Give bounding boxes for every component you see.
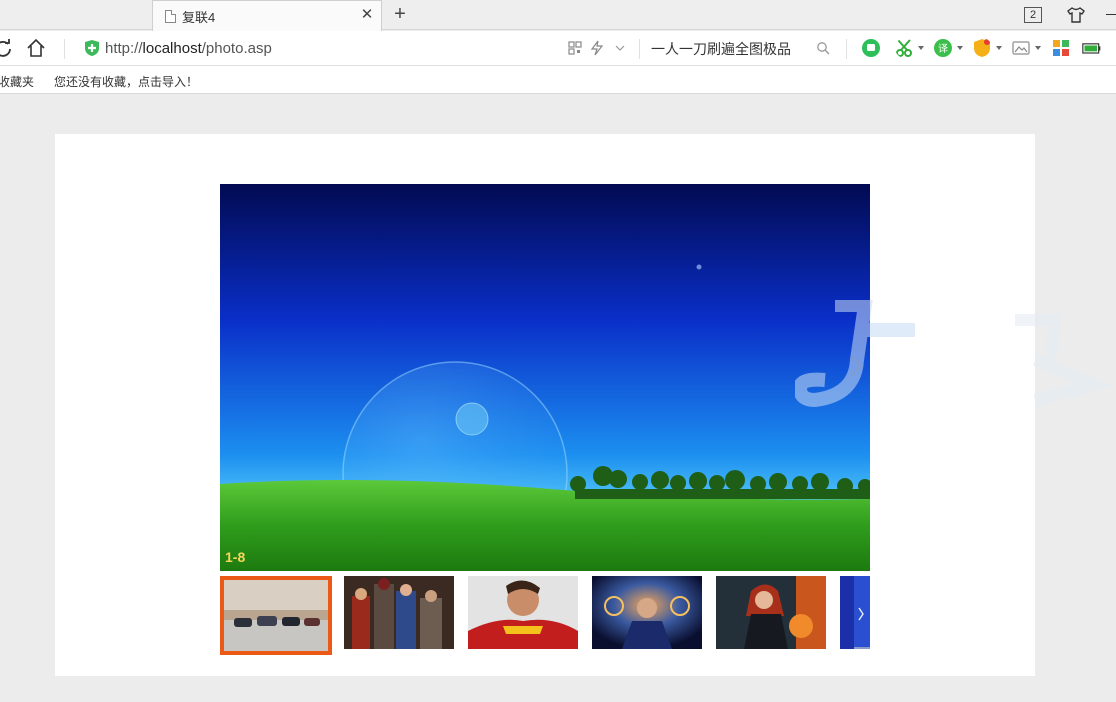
chevron-down-icon[interactable] [918,46,924,50]
toolbar-separator [846,39,847,59]
photo-slider: 1-8 [220,184,870,571]
toolbar-separator [639,39,640,59]
chevron-down-icon[interactable] [1035,46,1041,50]
security-shield-icon [85,40,99,56]
browser-tab[interactable]: 复联4 ✕ [152,0,382,31]
reload-icon[interactable] [0,39,12,57]
chat-extension-icon[interactable] [861,38,881,58]
thumbnail-doctor-strange[interactable] [592,576,702,649]
apps-grid-icon[interactable] [1051,38,1071,58]
thumbnail-avengers-group[interactable] [344,576,454,649]
screenshot-image-icon[interactable] [1011,38,1031,58]
tab-count-badge[interactable]: 2 [1024,7,1042,23]
search-input[interactable]: 一人一刀刷遍全图极品 [651,39,791,59]
search-icon[interactable] [816,41,830,55]
url-path: /photo.asp [201,40,272,57]
battery-icon[interactable] [1082,38,1102,58]
tab-title: 复联4 [182,9,216,25]
bookmarks-bar: 收藏夹 您还没有收藏，点击导入！ [0,66,1116,94]
chevron-down-icon[interactable] [612,40,628,56]
thumbnail-next-chevron-icon[interactable] [840,576,870,649]
chevron-down-icon[interactable] [957,46,963,50]
lightning-icon[interactable] [589,40,605,56]
thumbnail-soccer-player[interactable] [468,576,578,649]
address-bar[interactable]: http://localhost/photo.asp [105,40,272,57]
translate-icon[interactable]: 译 [933,38,953,58]
watermark-logo [795,300,1110,408]
coupon-shield-icon[interactable] [972,38,992,58]
minimize-icon[interactable] [1106,14,1116,15]
import-bookmarks-link[interactable]: 您还没有收藏，点击导入！ [54,73,198,90]
address-toolbar: http://localhost/photo.asp 一人一刀刷遍全图极品 译 [0,31,1116,66]
tab-bar: 复联4 ✕ + 2 [0,0,1116,31]
scissors-icon[interactable] [895,38,915,58]
home-icon[interactable] [26,38,46,58]
skin-shirt-icon[interactable] [1067,6,1085,24]
page-icon [165,9,176,23]
chevron-down-icon[interactable] [996,46,1002,50]
url-host: localhost [142,40,202,57]
thumbnail-strip [220,576,870,656]
slide-counter: 1-8 [225,549,246,565]
thumbnail-black-widow[interactable] [716,576,826,649]
qr-code-icon[interactable] [567,40,583,56]
svg-text:译: 译 [938,43,948,55]
new-tab-icon[interactable]: + [390,4,410,24]
toolbar-separator [64,39,65,59]
url-scheme: http:// [105,40,143,57]
main-photo[interactable] [220,184,870,571]
favorites-folder[interactable]: 收藏夹 [0,73,34,90]
close-tab-icon[interactable]: ✕ [359,7,375,23]
thumbnail-cars[interactable] [220,576,332,655]
